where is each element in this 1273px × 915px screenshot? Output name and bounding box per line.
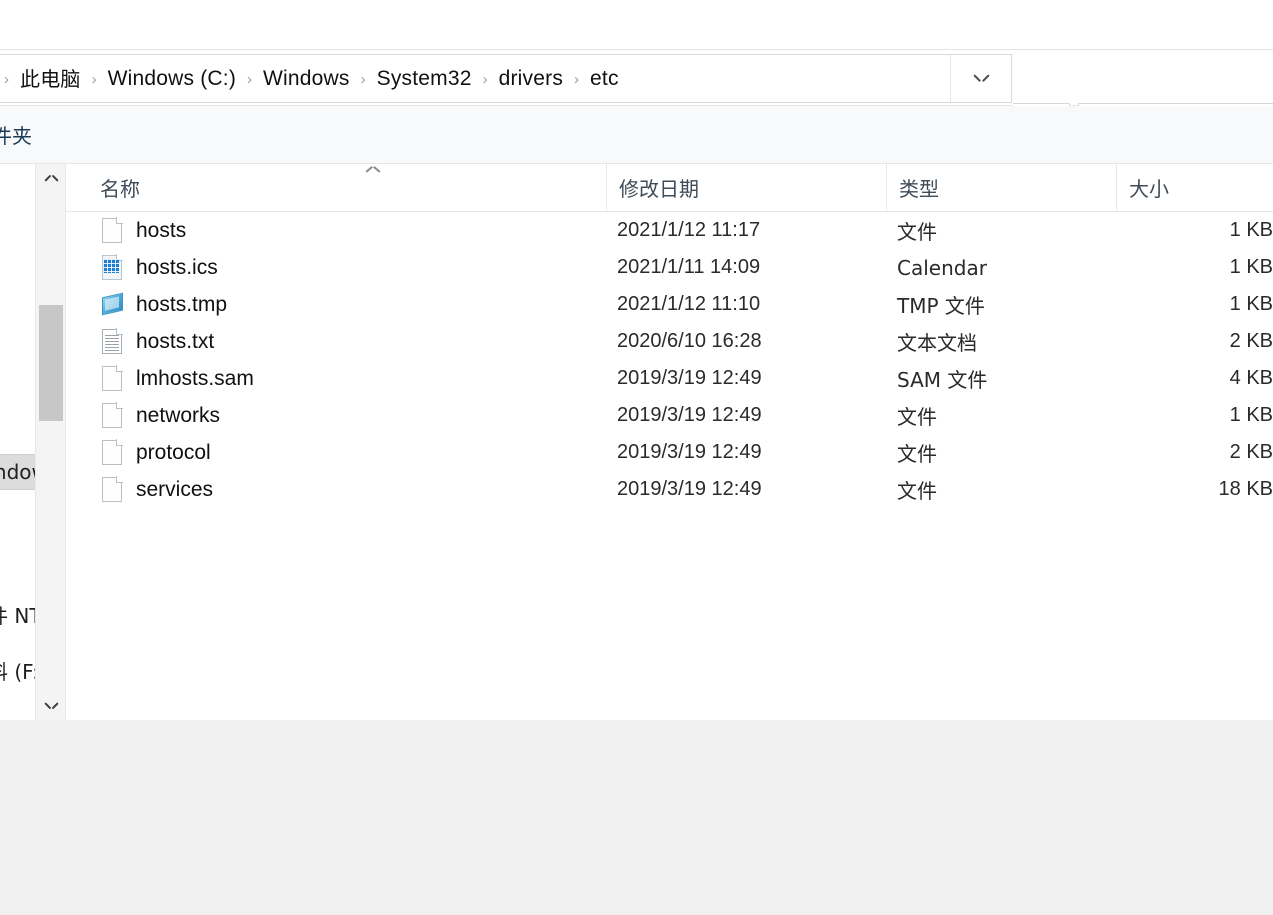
file-size-cell: 2 KB (1229, 330, 1273, 352)
chevron-down-icon (45, 699, 58, 707)
file-name-cell[interactable]: hosts.tmp (102, 286, 227, 323)
file-type-cell: Calendar (897, 255, 987, 280)
breadcrumb-item-drivers[interactable]: drivers (495, 66, 567, 91)
text-file-icon (102, 328, 123, 354)
file-name-label: networks (136, 403, 221, 427)
table-row[interactable]: hosts.ics 2021/1/11 14:09 Calendar 1 KB (66, 249, 1273, 286)
file-date-cell: 2019/3/19 12:49 (617, 478, 762, 500)
table-row[interactable]: lmhosts.sam 2019/3/19 12:49 SAM 文件 4 KB (66, 360, 1273, 397)
toolbar: 新建文件夹 (0, 106, 1273, 164)
table-row[interactable]: hosts.tmp 2021/1/12 11:10 TMP 文件 1 KB (66, 286, 1273, 323)
new-folder-button[interactable]: 新建文件夹 (0, 120, 32, 149)
breadcrumb-item-etc[interactable]: etc (586, 66, 623, 91)
file-blank-icon (102, 402, 123, 428)
column-header-name[interactable]: 名称 (88, 164, 616, 211)
address-history-dropdown-button[interactable] (950, 55, 1011, 102)
file-size-cell: 1 KB (1229, 219, 1273, 241)
file-date-cell: 2019/3/19 12:49 (617, 367, 762, 389)
file-type-cell: TMP 文件 (897, 294, 985, 318)
column-header-name-label: 名称 (100, 177, 140, 201)
chevron-up-icon (45, 177, 58, 185)
file-name-cell[interactable]: hosts.ics (102, 249, 218, 286)
tmp-file-icon (102, 292, 123, 317)
column-header-size-label: 大小 (1129, 177, 1169, 201)
scrollbar-thumb[interactable] (39, 305, 63, 421)
calendar-file-icon (102, 254, 123, 280)
file-name-cell[interactable]: lmhosts.sam (102, 360, 254, 397)
table-row[interactable]: networks 2019/3/19 12:49 文件 1 KB (66, 397, 1273, 434)
file-size-cell: 1 KB (1229, 256, 1273, 278)
nav-item-windows-c[interactable]: Windows (C:) (0, 454, 35, 490)
breadcrumb-bar[interactable]: › 此电脑 › Windows (C:) › Windows › System3… (0, 54, 1012, 103)
file-name-cell[interactable]: hosts.txt (102, 323, 214, 360)
file-list-pane: 名称 修改日期 类型 大小 hosts 2021/1/12 11:17 文件 1… (66, 164, 1273, 720)
breadcrumb-separator-3: › (360, 71, 366, 88)
nav-item-drive-f-2[interactable]: 资料 (F:) (0, 652, 35, 688)
file-size-cell: 4 KB (1229, 367, 1273, 389)
table-row[interactable]: hosts.txt 2020/6/10 16:28 文本文档 2 KB (66, 323, 1273, 360)
breadcrumb-item-system32[interactable]: System32 (373, 66, 476, 91)
title-bar-strip (0, 0, 1273, 49)
table-row[interactable]: protocol 2019/3/19 12:49 文件 2 KB (66, 434, 1273, 471)
address-bar: › 此电脑 › Windows (C:) › Windows › System3… (0, 49, 1273, 152)
breadcrumb-separator-1: › (91, 71, 97, 88)
file-type-cell: 文件 (897, 220, 937, 244)
breadcrumb-separator-0: › (4, 71, 9, 88)
file-name-cell[interactable]: hosts (102, 212, 186, 249)
file-name-cell[interactable]: protocol (102, 434, 211, 471)
file-type-cell: SAM 文件 (897, 368, 988, 392)
file-name-label: hosts.txt (136, 329, 215, 353)
file-size-cell: 2 KB (1229, 441, 1273, 463)
column-header-type[interactable]: 类型 (886, 164, 1114, 211)
file-name-cell[interactable]: networks (102, 397, 220, 434)
file-name-cell[interactable]: services (102, 471, 213, 508)
table-row[interactable]: hosts 2021/1/12 11:17 文件 1 KB (66, 212, 1273, 249)
breadcrumb-separator-5: › (574, 71, 580, 88)
breadcrumb-separator-2: › (247, 71, 253, 88)
file-name-label: hosts (136, 218, 187, 242)
sort-ascending-icon (366, 168, 380, 176)
file-date-cell: 2021/1/12 11:10 (617, 293, 761, 315)
column-header-type-label: 类型 (899, 177, 939, 201)
file-blank-icon (102, 476, 123, 502)
file-type-cell: 文件 (897, 479, 937, 503)
table-row[interactable]: services 2019/3/19 12:49 文件 18 KB (66, 471, 1273, 508)
file-name-label: hosts.tmp (136, 292, 228, 316)
breadcrumb-item-windows[interactable]: Windows (259, 66, 354, 91)
file-date-cell: 2021/1/12 11:17 (617, 219, 761, 241)
file-list-rows: hosts 2021/1/12 11:17 文件 1 KB hosts.ics … (66, 212, 1273, 508)
file-name-label: protocol (136, 440, 211, 464)
file-date-cell: 2020/6/10 16:28 (617, 330, 762, 352)
nav-item-drive-f-1[interactable]: 软件 NT (F:) (0, 596, 35, 632)
file-type-cell: 文件 (897, 442, 937, 466)
file-name-label: lmhosts.sam (136, 366, 254, 390)
file-size-cell: 18 KB (1218, 478, 1273, 500)
file-size-cell: 1 KB (1229, 404, 1273, 426)
file-type-cell: 文本文档 (897, 331, 977, 355)
file-size-cell: 1 KB (1229, 293, 1273, 315)
file-type-cell: 文件 (897, 405, 937, 429)
chevron-down-icon (974, 74, 989, 83)
file-date-cell: 2021/1/11 14:09 (617, 256, 761, 278)
file-date-cell: 2019/3/19 12:49 (617, 404, 762, 426)
breadcrumb-item-windows-c[interactable]: Windows (C:) (104, 66, 240, 91)
scrollbar-up-button[interactable] (36, 166, 66, 196)
scrollbar-down-button[interactable] (36, 688, 66, 718)
column-header-size[interactable]: 大小 (1116, 164, 1273, 211)
file-list-header: 名称 修改日期 类型 大小 (66, 164, 1273, 212)
file-blank-icon (102, 365, 123, 391)
dialog-footer: 文件名(N): hosts 保存类型(T): 所有文件 (*.*) 编码(E):… (0, 720, 1273, 915)
file-name-label: hosts.ics (136, 255, 218, 279)
file-blank-icon (102, 439, 123, 465)
file-name-label: services (136, 477, 214, 501)
file-blank-icon (102, 217, 123, 243)
navigation-pane-scrollbar[interactable] (36, 164, 66, 720)
column-header-date-label: 修改日期 (619, 177, 699, 201)
breadcrumb-item-this-pc[interactable]: 此电脑 (16, 67, 85, 91)
breadcrumb-separator-4: › (482, 71, 488, 88)
column-header-date[interactable]: 修改日期 (606, 164, 880, 211)
breadcrumb: › 此电脑 › Windows (C:) › Windows › System3… (0, 66, 950, 91)
file-date-cell: 2019/3/19 12:49 (617, 441, 762, 463)
navigation-pane: Windows (C:) 软件 NT (F:) 资料 (F:) (0, 164, 36, 720)
